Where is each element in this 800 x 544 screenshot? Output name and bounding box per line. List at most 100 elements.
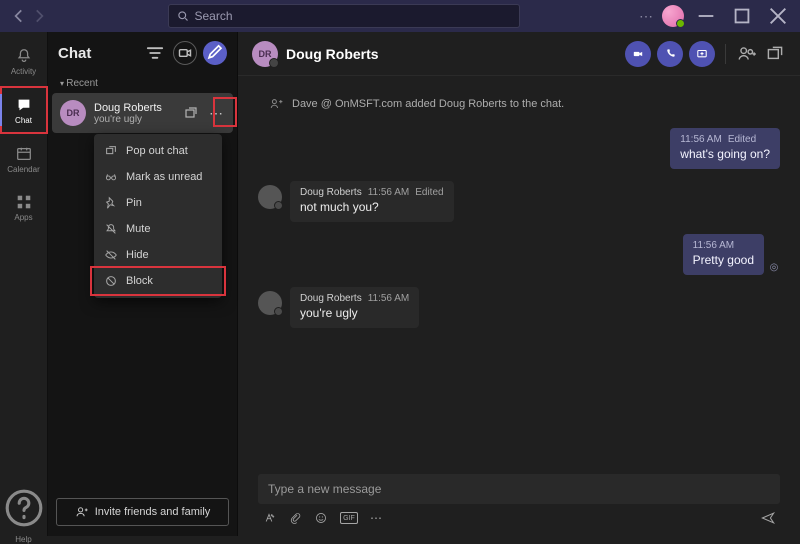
hide-icon <box>104 248 118 262</box>
menu-label: Pop out chat <box>126 145 188 157</box>
sender-avatar <box>258 185 282 209</box>
message-body: Pretty good <box>693 253 754 267</box>
message-body: you're ugly <box>300 306 409 320</box>
invite-friends-button[interactable]: Invite friends and family <box>56 498 229 526</box>
rail-calendar-label: Calendar <box>7 165 39 174</box>
audio-call-button[interactable] <box>657 41 683 67</box>
format-button[interactable] <box>262 511 276 525</box>
block-icon <box>104 274 118 288</box>
chat-item-more-button[interactable]: ⋯ <box>207 104 225 122</box>
composer-more-button[interactable]: ⋯ <box>370 511 382 525</box>
meet-now-button[interactable] <box>173 41 197 65</box>
nav-forward-button[interactable] <box>30 7 48 25</box>
nav-back-button[interactable] <box>10 7 28 25</box>
chat-context-menu: Pop out chat Mark as unread Pin Mute Hid… <box>94 134 222 298</box>
composer: Type a new message GIF ⋯ <box>238 466 800 536</box>
menu-block[interactable]: Block <box>94 268 222 294</box>
invite-friends-label: Invite friends and family <box>95 506 211 518</box>
conversation-avatar: DR <box>252 41 278 67</box>
message-time: 11:56 AM <box>693 240 735 251</box>
rail-activity-label: Activity <box>11 67 36 76</box>
add-participants-button[interactable] <box>736 43 758 65</box>
filter-button[interactable] <box>143 41 167 65</box>
message-time: 11:56 AM <box>680 134 722 145</box>
message-preview: you're ugly <box>94 114 175 125</box>
rail-chat-label: Chat <box>15 116 32 125</box>
search-icon <box>177 10 189 22</box>
menu-mark-unread[interactable]: Mark as unread <box>94 164 222 190</box>
message-bubble[interactable]: 11:56 AM Edited what's going on? <box>670 128 780 169</box>
apps-icon <box>15 193 33 211</box>
contact-name: Doug Roberts <box>94 102 175 114</box>
message-bubble[interactable]: Doug Roberts 11:56 AM you're ugly <box>290 287 419 328</box>
menu-mute[interactable]: Mute <box>94 216 222 242</box>
pin-icon <box>104 196 118 210</box>
message-sender: Doug Roberts <box>300 293 362 304</box>
glasses-icon <box>104 170 118 184</box>
bell-icon <box>15 47 33 65</box>
mute-icon <box>104 222 118 236</box>
message-row: 11:56 AM Edited what's going on? <box>258 128 780 169</box>
system-message-text: Dave @ OnMSFT.com added Doug Roberts to … <box>292 98 564 110</box>
message-sender: Doug Roberts <box>300 187 362 198</box>
window-minimize-button[interactable] <box>692 5 720 27</box>
person-add-icon <box>268 96 284 112</box>
calendar-icon <box>15 145 33 163</box>
title-bar: Search ⋯ <box>0 0 800 32</box>
titlebar-more-button[interactable]: ⋯ <box>639 8 654 25</box>
menu-label: Mute <box>126 223 150 235</box>
chat-icon <box>15 96 33 114</box>
window-maximize-button[interactable] <box>728 5 756 27</box>
sender-avatar <box>258 291 282 315</box>
video-call-button[interactable] <box>625 41 651 67</box>
menu-label: Pin <box>126 197 142 209</box>
send-button[interactable] <box>760 510 776 526</box>
help-icon <box>0 483 48 533</box>
search-placeholder: Search <box>195 9 233 23</box>
message-input-placeholder: Type a new message <box>268 482 381 496</box>
menu-popout-chat[interactable]: Pop out chat <box>94 138 222 164</box>
people-add-icon <box>75 505 89 519</box>
attach-button[interactable] <box>288 511 302 525</box>
gif-button[interactable]: GIF <box>340 512 358 524</box>
popout-conversation-button[interactable] <box>764 43 786 65</box>
message-bubble[interactable]: Doug Roberts 11:56 AM Edited not much you? <box>290 181 454 222</box>
message-edited-label: Edited <box>415 187 443 198</box>
message-body: not much you? <box>300 200 444 214</box>
app-rail: Activity Chat Calendar Apps Help <box>0 32 48 536</box>
recent-section-header[interactable]: Recent <box>48 74 237 93</box>
menu-label: Hide <box>126 249 149 261</box>
rail-chat-button[interactable]: Chat <box>0 86 48 134</box>
message-input[interactable]: Type a new message <box>258 474 780 504</box>
window-close-button[interactable] <box>764 5 792 27</box>
popout-icon <box>104 144 118 158</box>
new-chat-button[interactable] <box>203 41 227 65</box>
search-box[interactable]: Search <box>168 4 520 28</box>
rail-activity-button[interactable]: Activity <box>0 38 48 84</box>
rail-help-button[interactable]: Help <box>0 490 48 536</box>
screenshare-button[interactable] <box>689 41 715 67</box>
emoji-button[interactable] <box>314 511 328 525</box>
menu-hide[interactable]: Hide <box>94 242 222 268</box>
contact-avatar: DR <box>60 100 86 126</box>
menu-pin[interactable]: Pin <box>94 190 222 216</box>
message-time: 11:56 AM <box>368 293 410 304</box>
message-row: Doug Roberts 11:56 AM you're ugly <box>258 287 780 328</box>
message-bubble[interactable]: 11:56 AM Pretty good <box>683 234 764 275</box>
system-message: Dave @ OnMSFT.com added Doug Roberts to … <box>268 96 780 112</box>
message-edited-label: Edited <box>728 134 756 145</box>
chat-list-item[interactable]: DR Doug Roberts you're ugly ⋯ <box>52 93 233 133</box>
chat-list-title: Chat <box>58 45 137 62</box>
profile-avatar[interactable] <box>662 5 684 27</box>
read-receipt-icon: ◎ <box>768 261 780 273</box>
menu-label: Mark as unread <box>126 171 202 183</box>
message-row: Doug Roberts 11:56 AM Edited not much you? <box>258 181 780 222</box>
message-body: what's going on? <box>680 147 770 161</box>
rail-apps-button[interactable]: Apps <box>0 184 48 230</box>
popout-chat-icon[interactable] <box>183 105 199 121</box>
rail-calendar-button[interactable]: Calendar <box>0 136 48 182</box>
message-row: 11:56 AM Pretty good ◎ <box>258 234 780 275</box>
message-time: 11:56 AM <box>368 187 410 198</box>
conversation-pane: DR Doug Roberts Dave @ OnMSFT.com added … <box>238 32 800 536</box>
menu-label: Block <box>126 275 153 287</box>
